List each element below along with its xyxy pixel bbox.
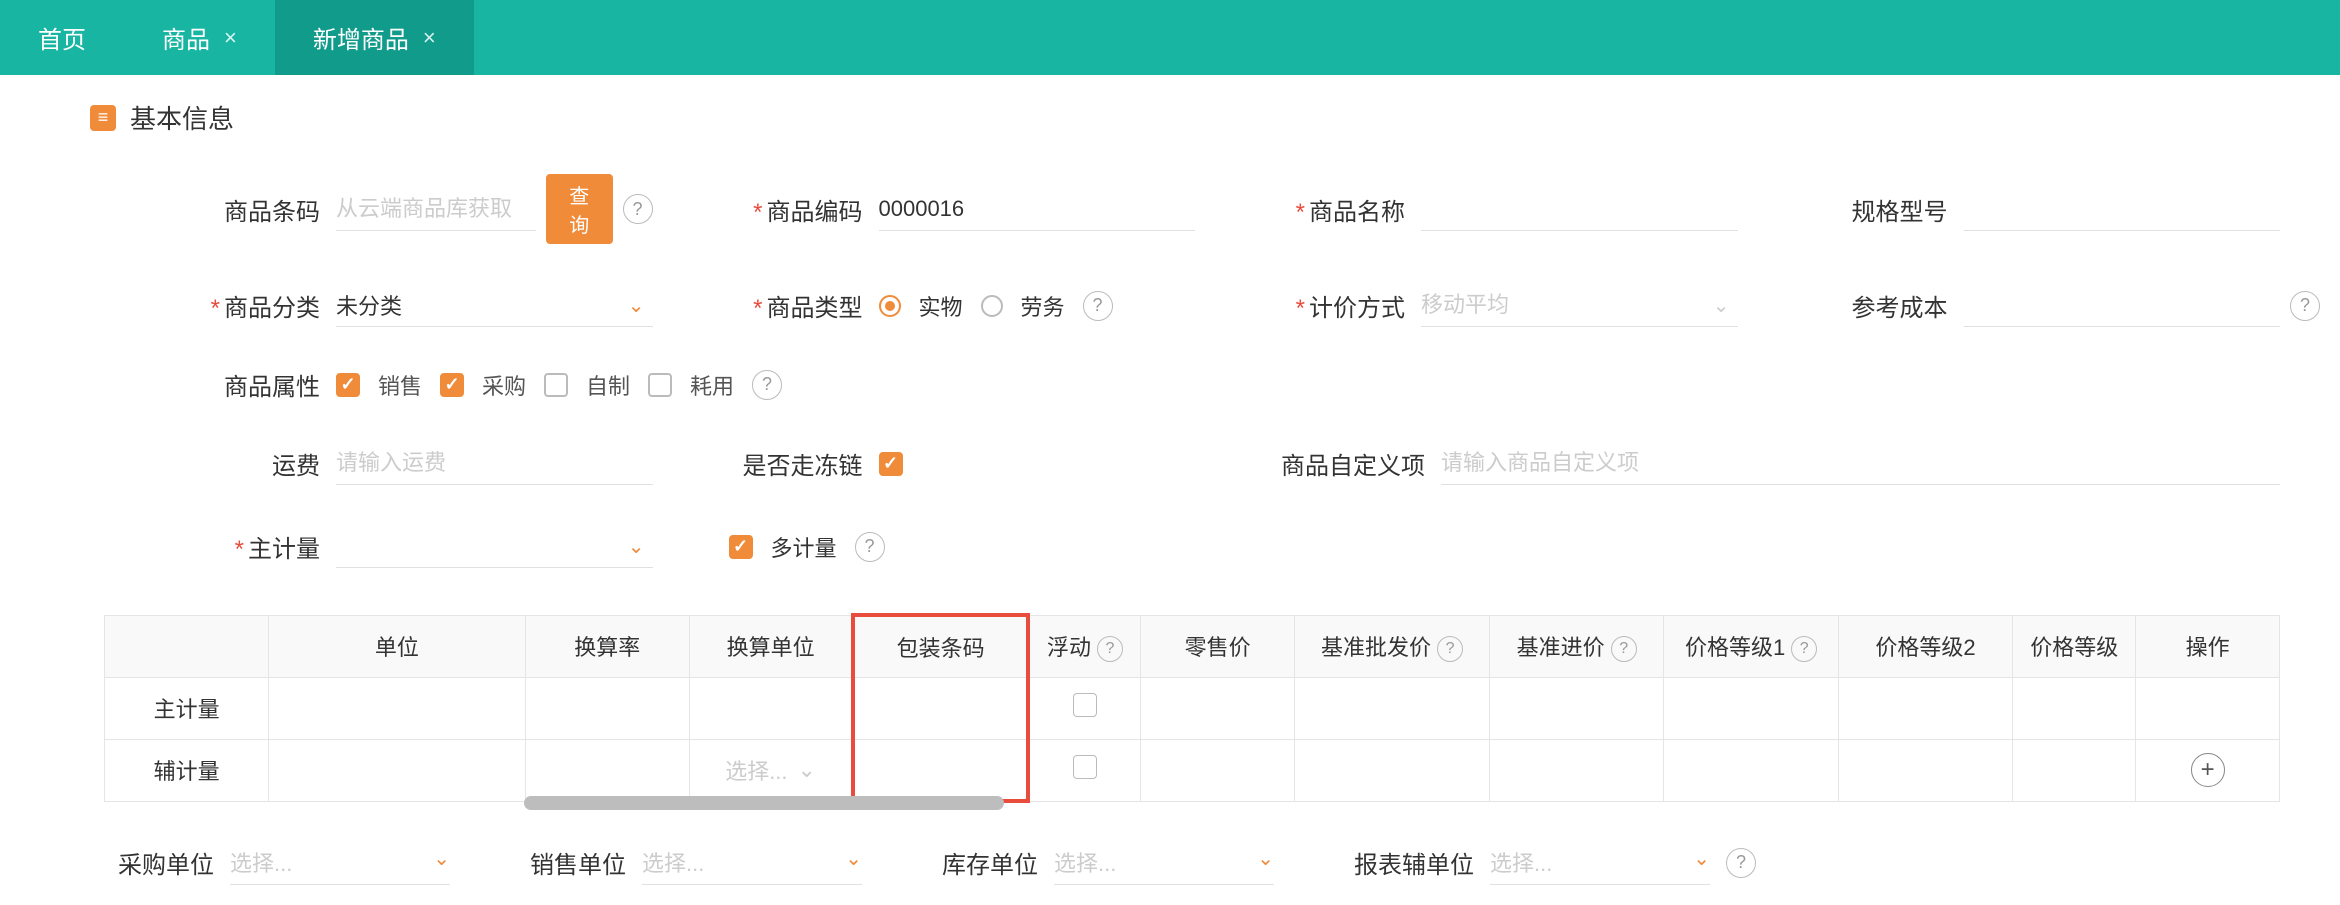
label-report-unit: 报表辅单位 — [1354, 845, 1474, 880]
help-icon[interactable]: ? — [752, 370, 782, 400]
check-consume[interactable] — [648, 373, 672, 397]
close-icon[interactable]: × — [224, 25, 237, 51]
label-mainunit: *主计量 — [170, 529, 320, 564]
tab-home[interactable]: 首页 — [0, 0, 124, 75]
tabs-bar: 首页 商品× 新增商品× — [0, 0, 2340, 75]
th-basein: 基准进价? — [1489, 615, 1663, 677]
barcode-input[interactable] — [336, 188, 536, 231]
pricing-select[interactable] — [1421, 284, 1738, 327]
check-sale[interactable]: ✓ — [336, 373, 360, 397]
unit-table: 单位 换算率 换算单位 包装条码 浮动? 零售价 基准批发价? 基准进价? 价格… — [104, 613, 2280, 803]
th-lvl3: 价格等级 — [2013, 615, 2136, 677]
th-rateunit: 换算单位 — [689, 615, 853, 677]
rateunit-select: 选择...⌄ — [702, 754, 840, 786]
purchase-unit-select[interactable]: 选择...⌄ — [230, 840, 450, 885]
radio-physical[interactable] — [879, 295, 901, 317]
label-sale-unit: 销售单位 — [530, 845, 626, 880]
label-coldchain: 是否走冻链 — [713, 446, 863, 481]
add-row-button[interactable]: + — [2191, 753, 2225, 787]
th-retail: 零售价 — [1141, 615, 1295, 677]
th-unit: 单位 — [269, 615, 525, 677]
label-code: *商品编码 — [713, 192, 863, 227]
th-rate: 换算率 — [525, 615, 689, 677]
section-title: 基本信息 — [130, 99, 234, 136]
horizontal-scrollbar[interactable] — [104, 796, 2280, 810]
category-select[interactable] — [336, 284, 653, 327]
label-pricing: *计价方式 — [1255, 288, 1405, 323]
sale-unit-select[interactable]: 选择...⌄ — [642, 840, 862, 885]
label-name: *商品名称 — [1255, 192, 1405, 227]
tab-add-product[interactable]: 新增商品× — [275, 0, 474, 75]
th-float: 浮动? — [1028, 615, 1141, 677]
stock-unit-select[interactable]: 选择...⌄ — [1054, 840, 1274, 885]
label-attr: 商品属性 — [170, 367, 320, 402]
float-checkbox[interactable] — [1073, 755, 1097, 779]
report-unit-select[interactable]: 选择...⌄ — [1490, 840, 1710, 885]
freight-input[interactable] — [336, 442, 653, 485]
label-purchase-unit: 采购单位 — [118, 845, 214, 880]
query-button[interactable]: 查询 — [546, 174, 613, 244]
label-stock-unit: 库存单位 — [942, 845, 1038, 880]
custom-input[interactable] — [1441, 442, 2280, 485]
label-spec: 规格型号 — [1798, 192, 1948, 227]
spec-input[interactable] — [1964, 188, 2281, 231]
help-icon[interactable]: ? — [1083, 291, 1113, 321]
check-purchase[interactable]: ✓ — [440, 373, 464, 397]
label-refcost: 参考成本 — [1798, 288, 1948, 323]
row-aux-label: 辅计量 — [105, 739, 269, 801]
help-icon[interactable]: ? — [855, 532, 885, 562]
row-main-label: 主计量 — [105, 677, 269, 739]
table-row: 主计量 — [105, 677, 2280, 739]
float-checkbox[interactable] — [1073, 693, 1097, 717]
check-multiunit[interactable]: ✓ — [729, 535, 753, 559]
name-input[interactable] — [1421, 188, 1738, 231]
label-custom: 商品自定义项 — [1255, 446, 1425, 481]
label-category: *商品分类 — [170, 288, 320, 323]
section-icon: ≡ — [90, 105, 116, 131]
radio-service[interactable] — [981, 295, 1003, 317]
th-wholesale: 基准批发价? — [1295, 615, 1490, 677]
refcost-input[interactable] — [1964, 284, 2281, 327]
th-packcode: 包装条码 — [853, 615, 1027, 677]
close-icon[interactable]: × — [423, 25, 436, 51]
tab-products[interactable]: 商品× — [124, 0, 275, 75]
th-ops: 操作 — [2136, 615, 2280, 677]
section-header: ≡ 基本信息 — [90, 99, 2280, 136]
help-icon[interactable]: ? — [2290, 291, 2320, 321]
mainunit-select[interactable] — [336, 525, 653, 568]
table-row: 辅计量 选择...⌄ + — [105, 739, 2280, 801]
th-blank — [105, 615, 269, 677]
label-freight: 运费 — [170, 446, 320, 481]
label-barcode: 商品条码 — [170, 192, 320, 227]
label-type: *商品类型 — [713, 288, 863, 323]
check-self[interactable] — [544, 373, 568, 397]
code-input[interactable] — [879, 188, 1196, 231]
help-icon[interactable]: ? — [623, 194, 653, 224]
th-lvl1: 价格等级1? — [1664, 615, 1838, 677]
help-icon[interactable]: ? — [1726, 848, 1756, 878]
check-coldchain[interactable]: ✓ — [879, 452, 903, 476]
th-lvl2: 价格等级2 — [1838, 615, 2012, 677]
